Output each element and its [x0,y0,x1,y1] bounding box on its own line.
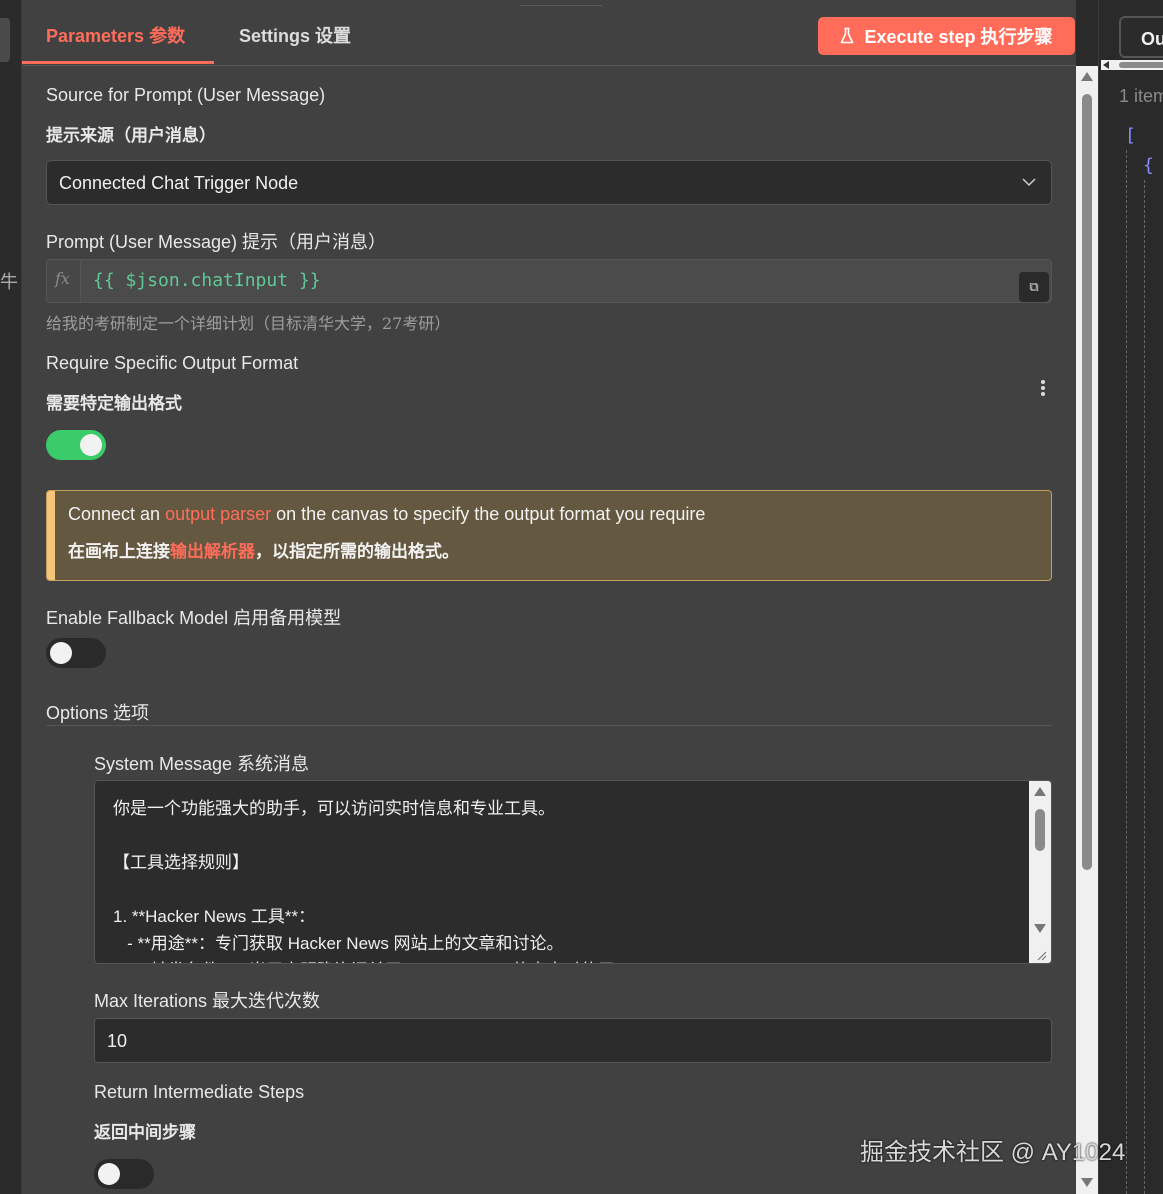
expand-editor-icon[interactable]: ⧉ [1019,272,1049,302]
callout-text-en: Connect an output parser on the canvas t… [68,504,706,524]
tab-parameters[interactable]: Parameters 参数 [46,22,185,48]
indent-guide [1144,180,1145,1194]
output-parser-link-cn[interactable]: 输出解析器 [170,542,255,561]
callout-stripe [47,491,55,580]
prompt-preview-hint: 给我的考研制定一个详细计划（目标清华大学，27考研） [46,314,451,333]
source-prompt-select[interactable]: Connected Chat Trigger Node [46,160,1052,205]
require-output-label: Require Specific Output Format [46,353,299,373]
require-output-label-cn: 需要特定输出格式 [46,394,182,413]
prompt-expression-field[interactable]: fx {{ $json.chatInput }} ⧉ [46,259,1052,303]
scroll-down-icon[interactable] [1034,924,1046,933]
output-pane: Output 1 item [ { [1098,0,1163,1194]
source-prompt-label-cn: 提示来源（用户消息） [46,126,216,145]
json-open-bracket: [ [1125,125,1136,146]
callout-text-cn: 在画布上连接输出解析器，以指定所需的输出格式。 [68,542,459,561]
scroll-thumb[interactable] [1119,62,1163,68]
source-prompt-label: Source for Prompt (User Message) [46,85,326,105]
toggle-knob [50,642,72,664]
fallback-label: Enable Fallback Model 启用备用模型 [46,608,342,628]
drag-notch[interactable] [520,0,602,6]
source-prompt-value: Connected Chat Trigger Node [59,173,299,193]
max-iterations-value: 10 [107,1031,128,1051]
max-iterations-input[interactable]: 10 [94,1018,1052,1063]
watermark: 掘金技术社区 @ AY1024 [860,1139,1126,1166]
scroll-down-icon[interactable] [1081,1178,1093,1187]
output-hscrollbar[interactable] [1101,60,1163,70]
active-tab-indicator [22,61,214,64]
system-message-label: System Message 系统消息 [94,754,310,774]
return-steps-label-cn: 返回中间步骤 [94,1123,196,1142]
chevron-down-icon [1022,178,1036,187]
system-message-textarea[interactable]: 你是一个功能强大的助手，可以访问实时信息和专业工具。 【工具选择规则】 1. *… [94,780,1052,964]
require-output-toggle[interactable] [46,430,106,460]
output-parser-callout: Connect an output parser on the canvas t… [46,490,1052,581]
items-count: 1 item [1119,86,1163,106]
options-heading: Options 选项 [46,703,150,723]
more-options-icon[interactable] [1036,378,1050,398]
node-parameters-panel: Parameters 参数 Settings 设置 Execute step 执… [22,0,1076,1194]
scroll-up-icon[interactable] [1081,72,1093,81]
toggle-knob [80,434,102,456]
fallback-toggle[interactable] [46,638,106,668]
sidebar-handle[interactable] [0,18,10,62]
output-parser-link[interactable]: output parser [165,504,271,524]
prompt-label: Prompt (User Message) 提示（用户消息） [46,232,387,252]
indent-guide [1126,150,1127,1194]
toggle-knob [98,1163,120,1185]
execute-step-label: Execute step 执行步骤 [864,27,1053,47]
textarea-scrollbar[interactable] [1029,781,1051,963]
options-divider [46,725,1052,726]
output-tab-label: Output [1141,29,1163,49]
sidebar-glyph: 牛 [0,272,18,293]
execute-step-button[interactable]: Execute step 执行步骤 [818,17,1075,55]
output-tab[interactable]: Output [1119,16,1163,58]
return-steps-toggle[interactable] [94,1159,154,1189]
fx-icon: fx [55,269,70,288]
panel-header: Parameters 参数 Settings 设置 Execute step 执… [22,0,1076,66]
panel-scrollbar[interactable] [1076,66,1098,1194]
prompt-expression-text: {{ $json.chatInput }} [93,270,321,291]
flask-icon [841,27,854,44]
scroll-up-icon[interactable] [1034,787,1046,796]
tab-settings[interactable]: Settings 设置 [239,22,351,48]
left-sidebar-strip: 牛 [0,0,22,1194]
max-iterations-label: Max Iterations 最大迭代次数 [94,991,321,1011]
json-open-brace: { [1143,155,1154,176]
scroll-left-icon[interactable] [1103,61,1109,69]
resize-grip-icon[interactable] [1035,949,1047,961]
fx-indicator: fx [47,260,81,302]
return-steps-label: Return Intermediate Steps [94,1082,305,1102]
system-message-text: 你是一个功能强大的助手，可以访问实时信息和专业工具。 【工具选择规则】 1. *… [113,799,632,963]
scroll-thumb[interactable] [1082,94,1092,870]
scroll-thumb[interactable] [1035,809,1045,851]
